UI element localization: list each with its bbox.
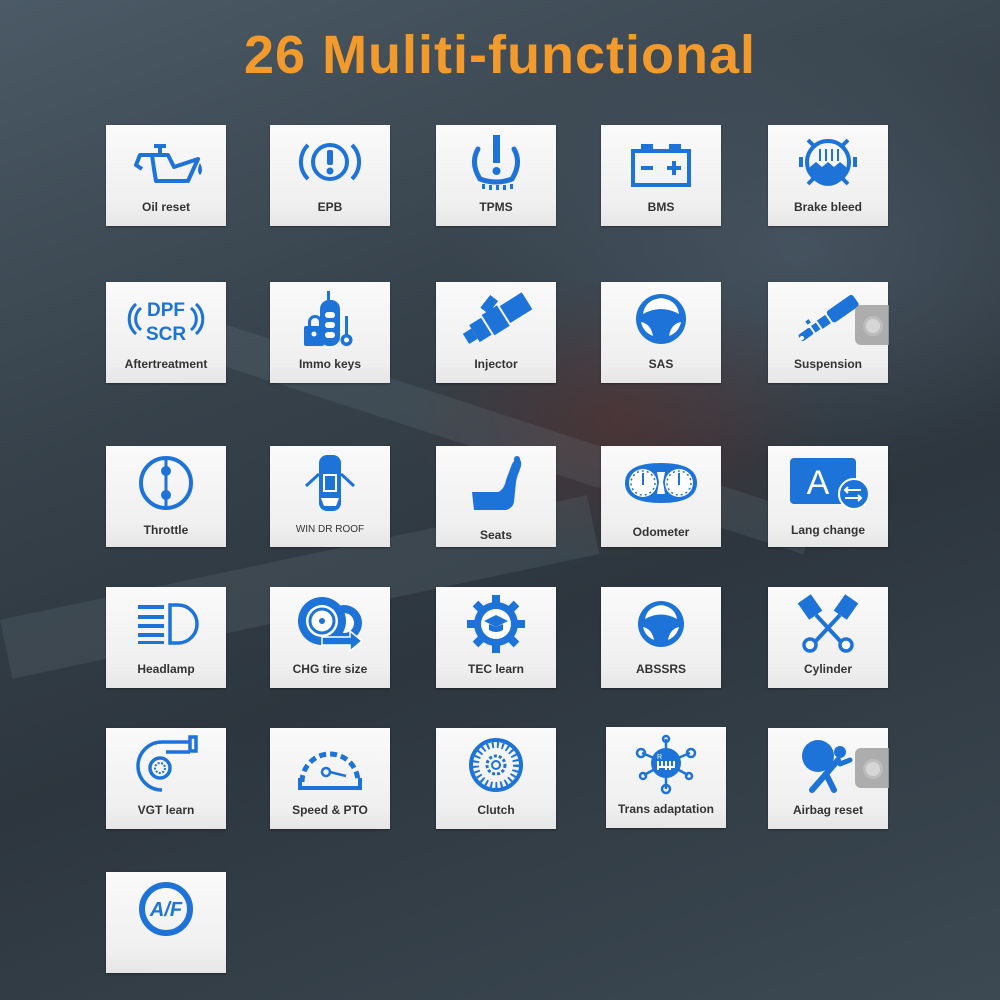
function-tile-clutch[interactable]: Clutch <box>436 728 556 829</box>
function-tile-win-dr-roof[interactable]: WIN DR ROOF <box>270 446 390 547</box>
function-label: Oil reset <box>141 200 191 214</box>
function-label: Suspension <box>793 357 862 371</box>
language-change-icon: A <box>788 452 870 514</box>
function-label: ABSSRS <box>635 662 686 676</box>
assistive-touch-button[interactable] <box>855 305 889 345</box>
function-label: Trans adaptation <box>617 802 715 816</box>
svg-text:A: A <box>807 464 830 502</box>
function-label: Lang change <box>790 523 865 537</box>
function-tile-throttle[interactable]: Throttle <box>106 446 226 547</box>
turbo-icon <box>126 734 206 796</box>
function-label: SAS <box>648 357 674 371</box>
headlamp-icon <box>126 593 206 655</box>
function-tile-epb[interactable]: EPB <box>270 125 390 226</box>
steering-wheel-icon <box>621 288 701 350</box>
function-label: Seats <box>479 528 513 542</box>
function-label: Injector <box>474 357 518 371</box>
page-title: 26 Muliti-functional <box>244 25 756 85</box>
function-tile-headlamp[interactable]: Headlamp <box>106 587 226 688</box>
parking-brake-warning-icon <box>290 131 370 193</box>
function-tile-tpms[interactable]: TPMS <box>436 125 556 226</box>
function-tile-abssrs[interactable]: ABSSRS <box>601 587 721 688</box>
function-label: TPMS <box>479 200 513 214</box>
af-icon: A/F <box>126 878 206 940</box>
function-tile-injector[interactable]: Injector <box>436 282 556 383</box>
function-tile-trans-adaptation[interactable]: R Trans adaptation <box>606 727 726 828</box>
svg-text:R: R <box>657 754 662 761</box>
function-label: Cylinder <box>803 662 852 676</box>
function-label: WIN DR ROOF <box>295 524 365 535</box>
brake-fluid-icon <box>788 131 868 193</box>
svg-text:SCR: SCR <box>146 324 186 345</box>
assistive-touch-ring <box>863 759 883 779</box>
function-label: Throttle <box>143 523 189 537</box>
immobilizer-key-icon <box>290 288 370 350</box>
function-tile-aftertreatment[interactable]: DPF SCR Aftertreatment <box>106 282 226 383</box>
assistive-touch-ring <box>863 316 883 336</box>
tire-pressure-icon <box>456 131 536 193</box>
function-tile-speed-pto[interactable]: Speed & PTO <box>270 728 390 829</box>
function-tile-oil-reset[interactable]: Oil reset <box>106 125 226 226</box>
speedometer-icon <box>290 734 370 796</box>
function-tile-odometer[interactable]: Odometer <box>601 446 721 547</box>
function-tile-chg-tire-size[interactable]: CHG tire size <box>270 587 390 688</box>
function-tile-sas[interactable]: SAS <box>601 282 721 383</box>
function-label: VGT learn <box>137 803 195 817</box>
battery-icon <box>621 131 701 193</box>
assistive-touch-button[interactable] <box>855 748 889 788</box>
function-label: Headlamp <box>137 662 195 676</box>
oil-can-icon <box>126 131 206 193</box>
function-label: Odometer <box>632 525 690 539</box>
function-label: Brake bleed <box>793 200 863 214</box>
function-label: BMS <box>647 200 675 214</box>
function-tile-tec-learn[interactable]: TEC learn <box>436 587 556 688</box>
seat-icon <box>456 452 536 514</box>
pistons-icon <box>788 593 868 655</box>
tire-size-icon <box>290 593 370 655</box>
function-label: Airbag reset <box>792 803 864 817</box>
svg-text:DPF: DPF <box>147 300 185 321</box>
function-label: Aftertreatment <box>124 357 208 371</box>
function-tile-immo-keys[interactable]: Immo keys <box>270 282 390 383</box>
gear-shift-icon: R <box>626 733 706 795</box>
svg-text:A/F: A/F <box>149 899 183 921</box>
clutch-icon <box>456 734 536 796</box>
function-tile-brake-bleed[interactable]: Brake bleed <box>768 125 888 226</box>
function-label: CHG tire size <box>292 662 368 676</box>
function-tile-bms[interactable]: BMS <box>601 125 721 226</box>
odometer-icon <box>621 452 701 514</box>
steering-wheel-icon <box>621 593 701 655</box>
function-label: EPB <box>317 200 343 214</box>
car-doors-icon <box>290 452 370 514</box>
function-label: TEC learn <box>467 662 524 676</box>
function-label: Immo keys <box>298 357 362 371</box>
function-tile-seats[interactable]: Seats <box>436 446 556 547</box>
function-tile-af[interactable]: A/F <box>106 872 226 973</box>
throttle-icon <box>126 452 206 514</box>
function-tile-lang-change[interactable]: A Lang change <box>768 446 888 547</box>
dpf-scr-icon: DPF SCR <box>126 288 206 350</box>
function-tile-cylinder[interactable]: Cylinder <box>768 587 888 688</box>
injector-icon <box>456 288 536 350</box>
gear-graduation-icon <box>456 593 536 655</box>
function-label: Clutch <box>477 803 515 817</box>
function-label: Speed & PTO <box>292 803 368 817</box>
function-tile-vgt-learn[interactable]: VGT learn <box>106 728 226 829</box>
